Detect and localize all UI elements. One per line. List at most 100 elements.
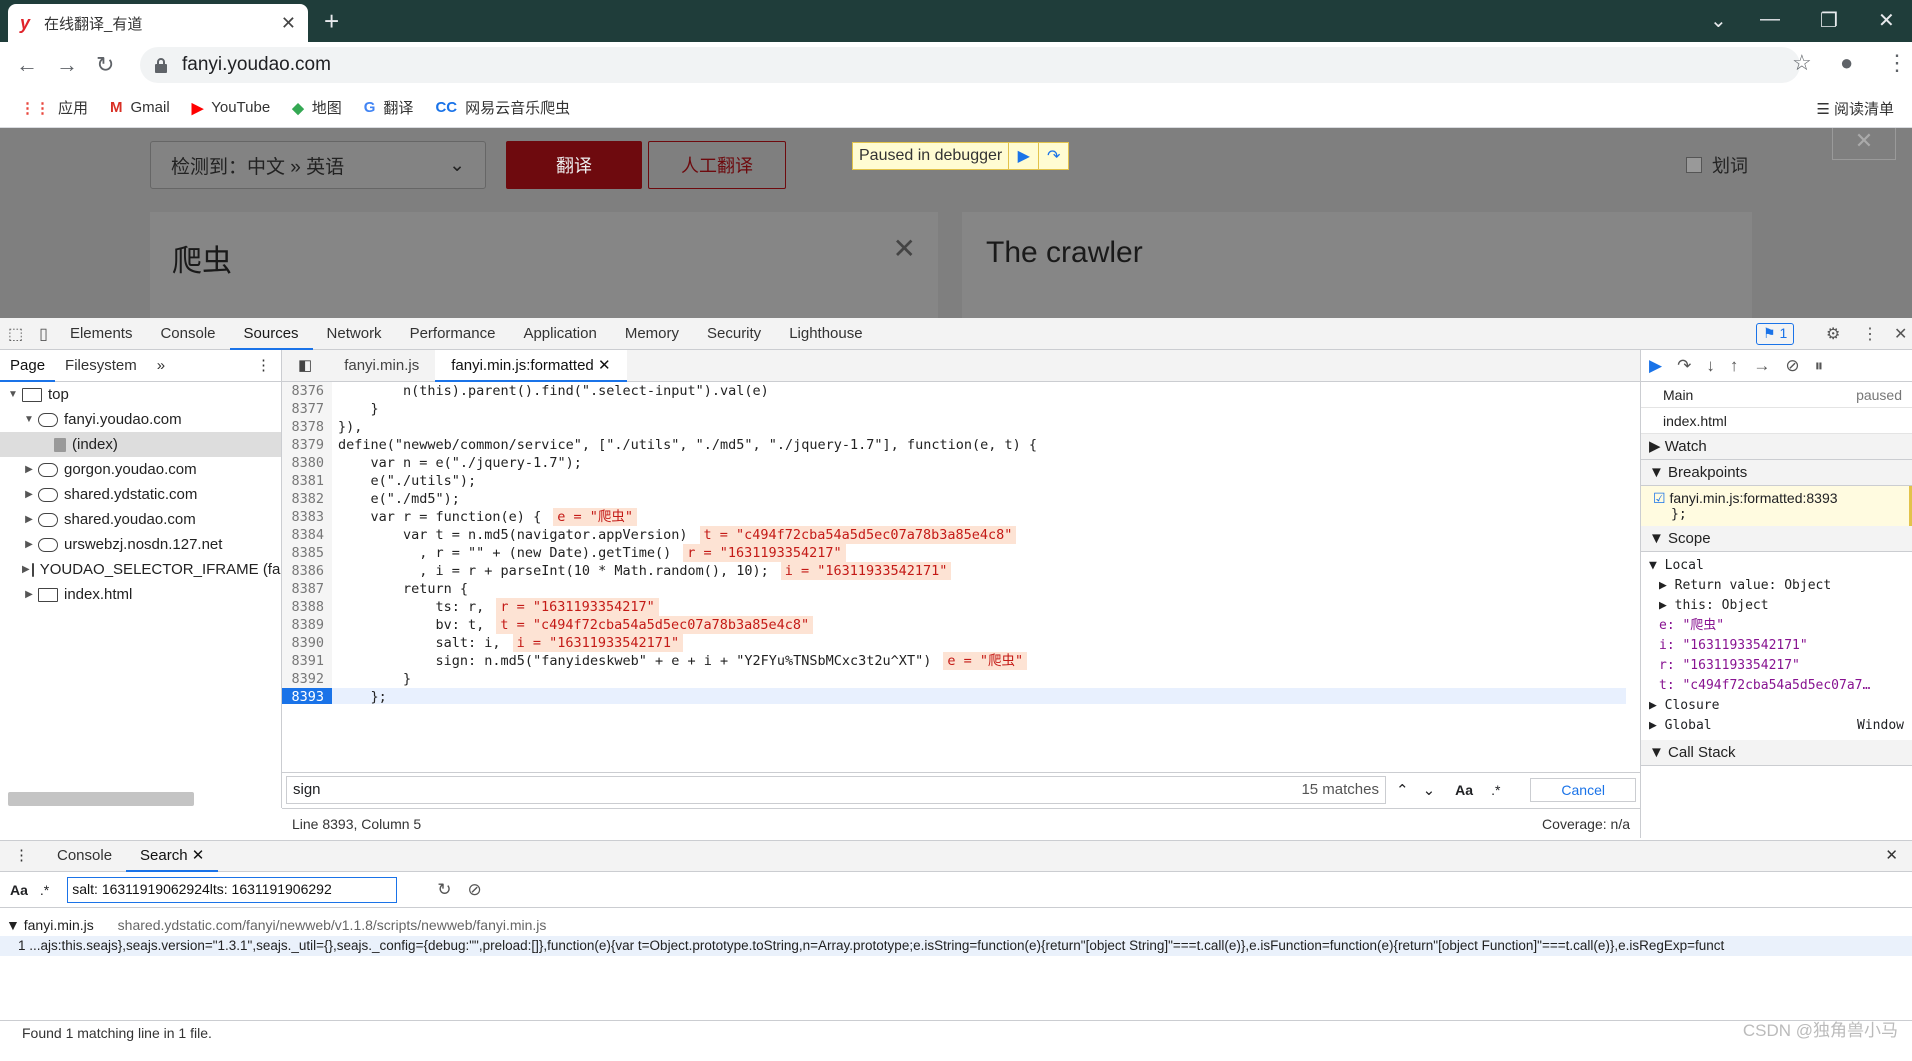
reading-list[interactable]: ☰ 阅读清单 bbox=[1816, 98, 1894, 119]
step-over-icon[interactable]: ↷ bbox=[1677, 356, 1691, 376]
twisty-icon[interactable]: ▶ bbox=[22, 457, 36, 482]
code-line[interactable]: 8379 define("newweb/common/service", ["./… bbox=[282, 436, 1626, 454]
inspect-icon[interactable]: ⬚ bbox=[0, 324, 31, 344]
bookmark-youtube[interactable]: ▶ YouTube bbox=[192, 99, 271, 117]
scope-variable[interactable]: ▶ this: Object bbox=[1649, 596, 1904, 616]
refresh-icon[interactable]: ↻ bbox=[437, 880, 451, 900]
back-icon[interactable]: ← bbox=[16, 52, 38, 78]
close-devtools-icon[interactable]: ✕ bbox=[1886, 324, 1912, 344]
account-icon[interactable]: ● bbox=[1840, 50, 1853, 76]
step-icon[interactable]: → bbox=[1753, 356, 1770, 376]
breakpoints-section[interactable]: ▼ Breakpoints bbox=[1641, 460, 1912, 486]
scope-local[interactable]: ▼ Local bbox=[1649, 556, 1904, 576]
breakpoint-checkbox[interactable]: ☑ bbox=[1653, 490, 1666, 506]
scope-variable[interactable]: ▶ Return value: Object bbox=[1649, 576, 1904, 596]
drawer-tab-console[interactable]: Console bbox=[43, 840, 126, 872]
line-number[interactable]: 8383 bbox=[282, 508, 332, 526]
toggle-navigator-icon[interactable]: ◧ bbox=[282, 350, 328, 382]
line-number[interactable]: 8381 bbox=[282, 472, 332, 490]
step-over-icon[interactable]: ↷ bbox=[1038, 143, 1068, 169]
tab-lighthouse[interactable]: Lighthouse bbox=[775, 318, 876, 350]
drawer-tab-search[interactable]: Search ✕ bbox=[126, 840, 219, 872]
minimize-icon[interactable]: — bbox=[1760, 8, 1780, 31]
close-drawer-icon[interactable]: ✕ bbox=[1871, 840, 1912, 872]
code-line[interactable]: 8390 salt: i, i = "16311933542171" bbox=[282, 634, 1626, 652]
tree-item[interactable]: ▼ top bbox=[0, 382, 281, 407]
code-line[interactable]: 8392 } bbox=[282, 670, 1626, 688]
tab-elements[interactable]: Elements bbox=[56, 318, 147, 350]
human-translate-button[interactable]: 人工翻译 bbox=[648, 141, 786, 189]
settings-gear-icon[interactable]: ⚙ bbox=[1818, 324, 1848, 344]
bookmark-apps[interactable]: ⋮⋮ 应用 bbox=[20, 97, 88, 118]
line-number[interactable]: 8387 bbox=[282, 580, 332, 598]
twisty-icon[interactable]: ▶ bbox=[22, 532, 36, 557]
scope-closure[interactable]: ▶ Closure bbox=[1649, 696, 1904, 716]
page-close-icon[interactable]: ✕ bbox=[1832, 128, 1896, 160]
translate-button[interactable]: 翻译 bbox=[506, 141, 642, 189]
line-number[interactable]: 8377 bbox=[282, 400, 332, 418]
resume-icon[interactable]: ▶ bbox=[1008, 143, 1038, 169]
line-number[interactable]: 8385 bbox=[282, 544, 332, 562]
line-number[interactable]: 8379 bbox=[282, 436, 332, 454]
regex-icon[interactable]: .* bbox=[40, 882, 49, 898]
twisty-icon[interactable]: ▶ bbox=[22, 557, 30, 582]
pause-on-exceptions-icon[interactable]: ⏸ bbox=[1815, 356, 1824, 376]
tab-filesystem[interactable]: Filesystem bbox=[55, 350, 147, 382]
editor-tab-minified[interactable]: fanyi.min.js bbox=[328, 350, 435, 382]
navigator-menu-icon[interactable]: ⋮ bbox=[246, 350, 281, 382]
scope-variable[interactable]: t: "c494f72cba54a5d5ec07a7… bbox=[1649, 676, 1904, 696]
close-tab-icon[interactable]: ✕ bbox=[281, 13, 296, 34]
clear-input-icon[interactable]: ✕ bbox=[893, 232, 916, 265]
tab-page[interactable]: Page bbox=[0, 350, 56, 382]
bookmark-netease[interactable]: CC 网易云音乐爬虫 bbox=[435, 97, 570, 118]
code-line[interactable]: 8383 var r = function(e) {e = "爬虫" bbox=[282, 508, 1626, 526]
tree-item[interactable]: ▶ urswebzj.nosdn.127.net bbox=[0, 532, 281, 557]
twisty-icon[interactable]: ▼ bbox=[22, 407, 36, 432]
line-number[interactable]: 8390 bbox=[282, 634, 332, 652]
issues-badge[interactable]: ⚑ 1 bbox=[1756, 323, 1795, 345]
find-cancel-button[interactable]: Cancel bbox=[1530, 777, 1636, 802]
step-into-icon[interactable]: ↓ bbox=[1706, 356, 1715, 376]
close-editor-tab-icon[interactable]: ✕ bbox=[598, 357, 611, 374]
search-result-file[interactable]: ▼ fanyi.min.js shared.ydstatic.com/fanyi… bbox=[0, 914, 1912, 936]
scope-variable[interactable]: i: "16311933542171" bbox=[1649, 636, 1904, 656]
match-case-icon[interactable]: Aa bbox=[10, 882, 28, 898]
deactivate-breakpoints-icon[interactable]: ⊘ bbox=[1785, 356, 1799, 376]
tab-console[interactable]: Console bbox=[146, 318, 229, 350]
tab-sources[interactable]: Sources bbox=[229, 318, 313, 350]
line-number[interactable]: 8376 bbox=[282, 382, 332, 400]
code-line[interactable]: 8381 e("./utils"); bbox=[282, 472, 1626, 490]
match-case-icon[interactable]: Aa bbox=[1455, 782, 1473, 798]
bookmark-translate[interactable]: G 翻译 bbox=[364, 97, 414, 118]
code-line[interactable]: 8382 e("./md5"); bbox=[282, 490, 1626, 508]
line-number[interactable]: 8384 bbox=[282, 526, 332, 544]
tab-memory[interactable]: Memory bbox=[611, 318, 693, 350]
tree-item[interactable]: ▼ fanyi.youdao.com bbox=[0, 407, 281, 432]
word-select-toggle[interactable]: 划词 bbox=[1686, 152, 1748, 178]
tree-item[interactable]: ▶ shared.youdao.com bbox=[0, 507, 281, 532]
find-input[interactable]: sign 15 matches bbox=[286, 775, 1386, 804]
code-line[interactable]: 8388 ts: r, r = "1631193354217" bbox=[282, 598, 1626, 616]
tree-item[interactable]: ▶ index.html bbox=[0, 582, 281, 607]
line-number[interactable]: 8388 bbox=[282, 598, 332, 616]
line-number[interactable]: 8391 bbox=[282, 652, 332, 670]
twisty-icon[interactable]: ▶ bbox=[22, 582, 36, 607]
find-prev-icon[interactable]: ⌃ bbox=[1396, 781, 1409, 799]
line-number[interactable]: 8393 bbox=[282, 688, 332, 704]
search-input[interactable]: salt: 16311919062924lts: 1631191906292 bbox=[67, 876, 398, 903]
editor-tab-formatted[interactable]: fanyi.min.js:formatted ✕ bbox=[435, 349, 627, 382]
code-line[interactable]: 8384 var t = n.md5(navigator.appVersion)… bbox=[282, 526, 1626, 544]
new-tab-icon[interactable]: + bbox=[324, 6, 339, 37]
tab-performance[interactable]: Performance bbox=[396, 318, 510, 350]
callstack-section[interactable]: ▼ Call Stack bbox=[1641, 740, 1912, 766]
line-number[interactable]: 8378 bbox=[282, 418, 332, 436]
thread-main[interactable]: Main paused bbox=[1641, 382, 1912, 408]
twisty-icon[interactable]: ▶ bbox=[22, 507, 36, 532]
code-line[interactable]: 8377 } bbox=[282, 400, 1626, 418]
find-next-icon[interactable]: ⌄ bbox=[1423, 781, 1436, 799]
checkbox[interactable] bbox=[1686, 157, 1702, 173]
code-line[interactable]: 8391 sign: n.md5("fanyideskweb" + e + i … bbox=[282, 652, 1626, 670]
star-icon[interactable]: ☆ bbox=[1792, 50, 1812, 76]
tree-item[interactable]: ▶ shared.ydstatic.com bbox=[0, 482, 281, 507]
line-number[interactable]: 8382 bbox=[282, 490, 332, 508]
